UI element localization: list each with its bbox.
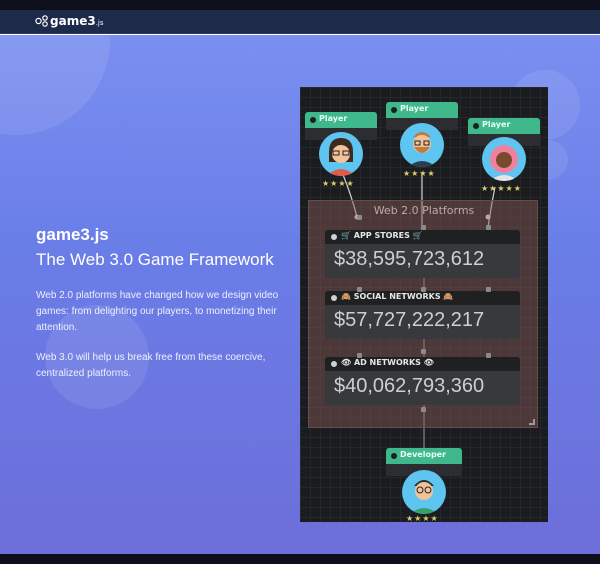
node-label: 🙈 SOCIAL NETWORKS 🙈 (341, 292, 454, 301)
node-header: 👁 AD NETWORKS 👁 (325, 357, 520, 371)
port[interactable] (357, 353, 362, 358)
player-rating-3: ★★★★★ (481, 184, 522, 193)
port[interactable] (486, 353, 491, 358)
node-value-box: $57,727,222,217 (325, 305, 520, 339)
port[interactable] (486, 225, 491, 230)
hero-paragraph-2: Web 3.0 will help us break free from the… (36, 352, 266, 379)
port[interactable] (421, 407, 426, 412)
hero-title: game3.js (36, 225, 109, 244)
logo-icon (35, 15, 48, 27)
node-value-box: $40,062,793,360 (325, 371, 520, 405)
node-dot-icon (473, 123, 479, 129)
logo[interactable]: game3.js (50, 14, 104, 28)
player-label: Player (319, 114, 348, 123)
hero-subtitle: The Web 3.0 Game Framework (36, 250, 274, 269)
developer-rating: ★★★★ (406, 514, 439, 522)
app-stores-node[interactable]: 🛒 APP STORES 🛒 $38,595,723,612 (325, 230, 520, 278)
player-label: Player (400, 104, 429, 113)
port[interactable] (357, 215, 362, 220)
developer-label: Developer (400, 450, 447, 459)
node-label: 👁 AD NETWORKS 👁 (341, 358, 434, 367)
port[interactable] (421, 225, 426, 230)
logo-text: game3 (50, 14, 96, 28)
window-bottom-bar (0, 554, 600, 564)
node-dot-icon (331, 234, 337, 240)
node-value: $57,727,222,217 (334, 309, 485, 331)
player-avatar-3 (482, 137, 526, 181)
logo-suffix: .js (95, 19, 104, 27)
node-dot-icon (310, 117, 316, 123)
window-top-bar (0, 0, 600, 10)
ad-networks-node[interactable]: 👁 AD NETWORKS 👁 $40,062,793,360 (325, 357, 520, 405)
node-label: 🛒 APP STORES 🛒 (341, 231, 423, 240)
node-header: 🛒 APP STORES 🛒 (325, 230, 520, 244)
resize-handle[interactable] (529, 419, 535, 425)
group-title: Web 2.0 Platforms (373, 204, 475, 217)
decor-circle (0, 35, 110, 135)
node-dot-icon (391, 107, 397, 113)
hero-paragraph-1: Web 2.0 platforms have changed how we de… (36, 290, 279, 333)
node-header: 🙈 SOCIAL NETWORKS 🙈 (325, 291, 520, 305)
port[interactable] (421, 349, 426, 354)
port[interactable] (357, 287, 362, 292)
node-graph-panel[interactable]: Web 2.0 Platforms 🛒 APP STORES 🛒 $38,595… (300, 87, 548, 522)
port[interactable] (421, 287, 426, 292)
port[interactable] (486, 287, 491, 292)
node-value-box: $38,595,723,612 (325, 244, 520, 278)
player-avatar-2 (400, 123, 444, 167)
node-dot-icon (331, 295, 337, 301)
player-rating-2: ★★★★ (403, 169, 436, 178)
player-label: Player (482, 120, 511, 129)
player-rating-1: ★★★★ (322, 179, 355, 188)
social-networks-node[interactable]: 🙈 SOCIAL NETWORKS 🙈 $57,727,222,217 (325, 291, 520, 339)
node-dot-icon (391, 453, 397, 459)
developer-avatar (402, 470, 446, 514)
node-value: $40,062,793,360 (334, 375, 485, 397)
node-value: $38,595,723,612 (334, 248, 485, 270)
player-avatar-1 (319, 132, 363, 176)
navbar: game3.js (0, 10, 600, 34)
node-dot-icon (331, 361, 337, 367)
